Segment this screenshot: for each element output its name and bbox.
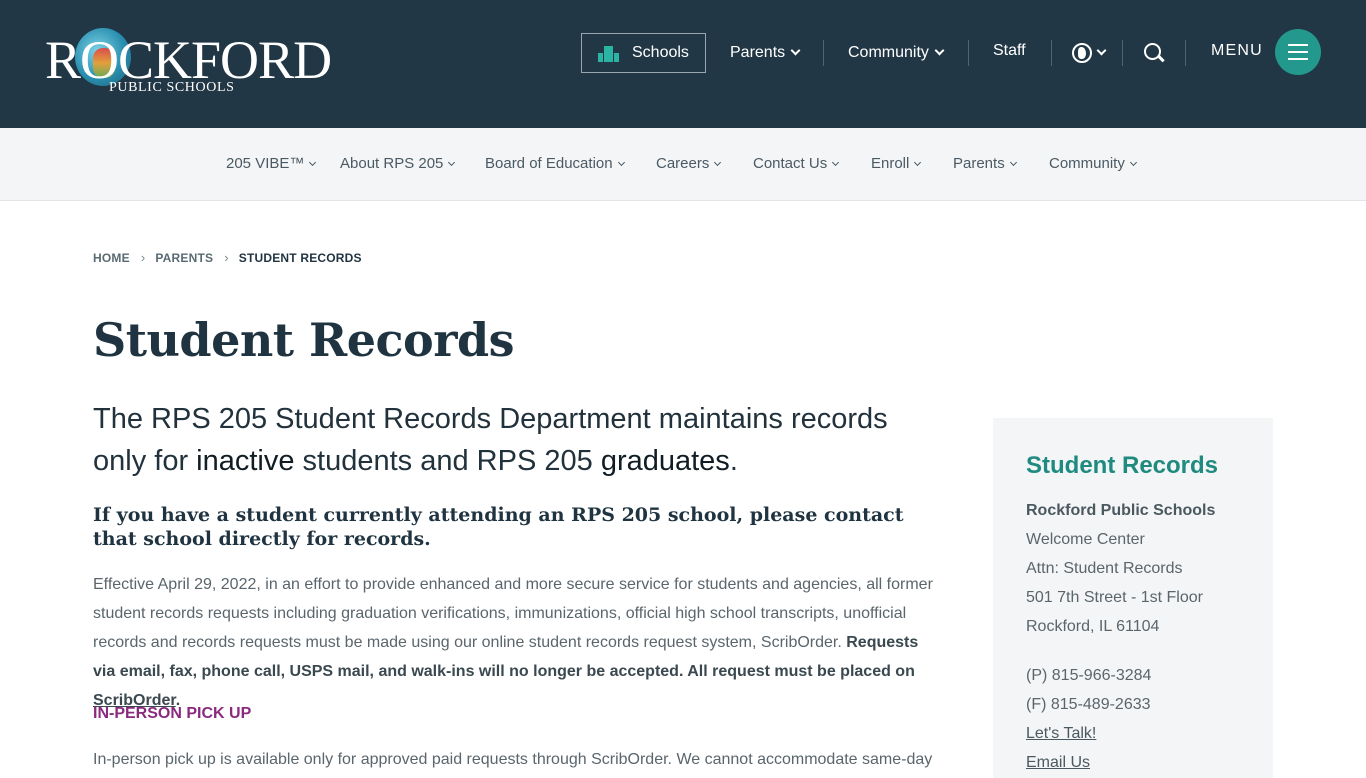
subnav-label: About RPS 205	[340, 155, 444, 172]
card-address-line: 501 7th Street - 1st Floor	[1026, 589, 1203, 606]
pickup-paragraph: In-person pick up is available only for …	[93, 751, 933, 768]
card-address-line: Welcome Center	[1026, 531, 1145, 548]
email-us-link[interactable]: Email Us	[1026, 754, 1090, 772]
subnav-label: Board of Education	[485, 155, 613, 172]
subnav-label: Parents	[953, 155, 1005, 172]
subnav-item-205-vibe[interactable]: 205 VIBE™	[226, 155, 317, 172]
breadcrumb-parents[interactable]: PARENTS	[155, 251, 213, 265]
nav-community[interactable]: Community	[848, 0, 945, 106]
schools-label: Schools	[632, 44, 689, 61]
page-title: Student Records	[93, 313, 515, 367]
attending-notice: If you have a student currently attendin…	[93, 504, 904, 550]
lets-talk-link[interactable]: Let's Talk!	[1026, 725, 1096, 743]
subnav-item-careers[interactable]: Careers	[656, 155, 722, 172]
chevron-down-icon	[714, 158, 722, 167]
divider	[1185, 40, 1186, 66]
chevron-down-icon	[1129, 158, 1137, 167]
card-fax: (F) 815-489-2633	[1026, 696, 1151, 713]
pickup-heading: IN-PERSON PICK UP	[93, 705, 252, 722]
chevron-down-icon	[448, 158, 456, 167]
breadcrumb: HOME › PARENTS › STUDENT RECORDS	[93, 250, 362, 265]
chevron-down-icon	[1009, 158, 1017, 167]
nav-community-label: Community	[848, 44, 929, 61]
chevron-right-icon: ›	[224, 250, 229, 265]
contact-card: Student Records Rockford Public Schools …	[993, 418, 1273, 778]
subnav-label: Enroll	[871, 155, 910, 172]
secondary-nav: 205 VIBE™ About RPS 205 Board of Educati…	[0, 128, 1366, 201]
chevron-down-icon	[790, 45, 801, 55]
chevron-down-icon	[309, 158, 317, 167]
menu-label[interactable]: MENU	[1211, 42, 1263, 60]
chevron-down-icon	[914, 158, 922, 167]
chevron-down-icon	[617, 158, 625, 167]
breadcrumb-current: STUDENT RECORDS	[238, 250, 362, 265]
subnav-label: 205 VIBE™	[226, 155, 305, 172]
schools-button[interactable]: Schools	[581, 33, 706, 73]
nav-staff[interactable]: Staff	[993, 0, 1026, 104]
policy-text: Effective April 29, 2022, in an effort t…	[93, 576, 933, 651]
policy-paragraph: Effective April 29, 2022, in an effort t…	[93, 570, 943, 715]
divider	[968, 40, 969, 66]
globe-icon	[1072, 43, 1092, 63]
chevron-down-icon	[934, 45, 945, 55]
intro-emphasis: inactive	[196, 445, 295, 477]
logo-subtitle: PUBLIC SCHOOLS	[109, 80, 235, 95]
language-selector[interactable]	[1072, 0, 1107, 106]
intro-text: The RPS 205 Student Records Department m…	[93, 398, 943, 482]
card-title: Student Records	[1026, 452, 1219, 479]
card-address-line: Rockford, IL 61104	[1026, 618, 1160, 635]
card-org: Rockford Public Schools	[1026, 502, 1216, 519]
chevron-right-icon: ›	[140, 250, 146, 265]
nav-parents[interactable]: Parents	[730, 0, 801, 106]
school-building-icon	[598, 44, 620, 62]
subnav-label: Contact Us	[753, 155, 828, 172]
divider	[823, 40, 824, 66]
card-address-line: Attn: Student Records	[1026, 560, 1183, 577]
rockford-logo[interactable]: ROCKFORD PUBLIC SCHOOLS	[45, 26, 332, 98]
chevron-down-icon	[1096, 45, 1107, 55]
subnav-item-community[interactable]: Community	[1049, 155, 1137, 172]
search-icon	[1144, 43, 1164, 63]
breadcrumb-home[interactable]: HOME	[93, 251, 130, 265]
divider	[1122, 40, 1123, 66]
site-header: ROCKFORD PUBLIC SCHOOLS Schools Parents …	[0, 0, 1366, 128]
subnav-label: Community	[1049, 155, 1125, 172]
intro-emphasis: graduates	[600, 445, 730, 477]
divider	[1051, 40, 1052, 66]
intro-part: .	[729, 445, 738, 477]
subnav-item-parents[interactable]: Parents	[953, 155, 1017, 172]
subnav-item-about[interactable]: About RPS 205	[340, 155, 456, 172]
menu-button[interactable]	[1275, 29, 1321, 75]
subnav-label: Careers	[656, 155, 710, 172]
subnav-item-contact[interactable]: Contact Us	[753, 155, 840, 172]
subnav-item-enroll[interactable]: Enroll	[871, 155, 922, 172]
subnav-item-board[interactable]: Board of Education	[485, 155, 625, 172]
card-phone: (P) 815-966-3284	[1026, 667, 1152, 684]
nav-parents-label: Parents	[730, 44, 786, 61]
intro-part: students and RPS 205	[294, 445, 601, 477]
search-button[interactable]	[1144, 0, 1164, 106]
nav-staff-label: Staff	[993, 42, 1026, 59]
hamburger-icon	[1288, 44, 1308, 46]
chevron-down-icon	[832, 158, 840, 167]
